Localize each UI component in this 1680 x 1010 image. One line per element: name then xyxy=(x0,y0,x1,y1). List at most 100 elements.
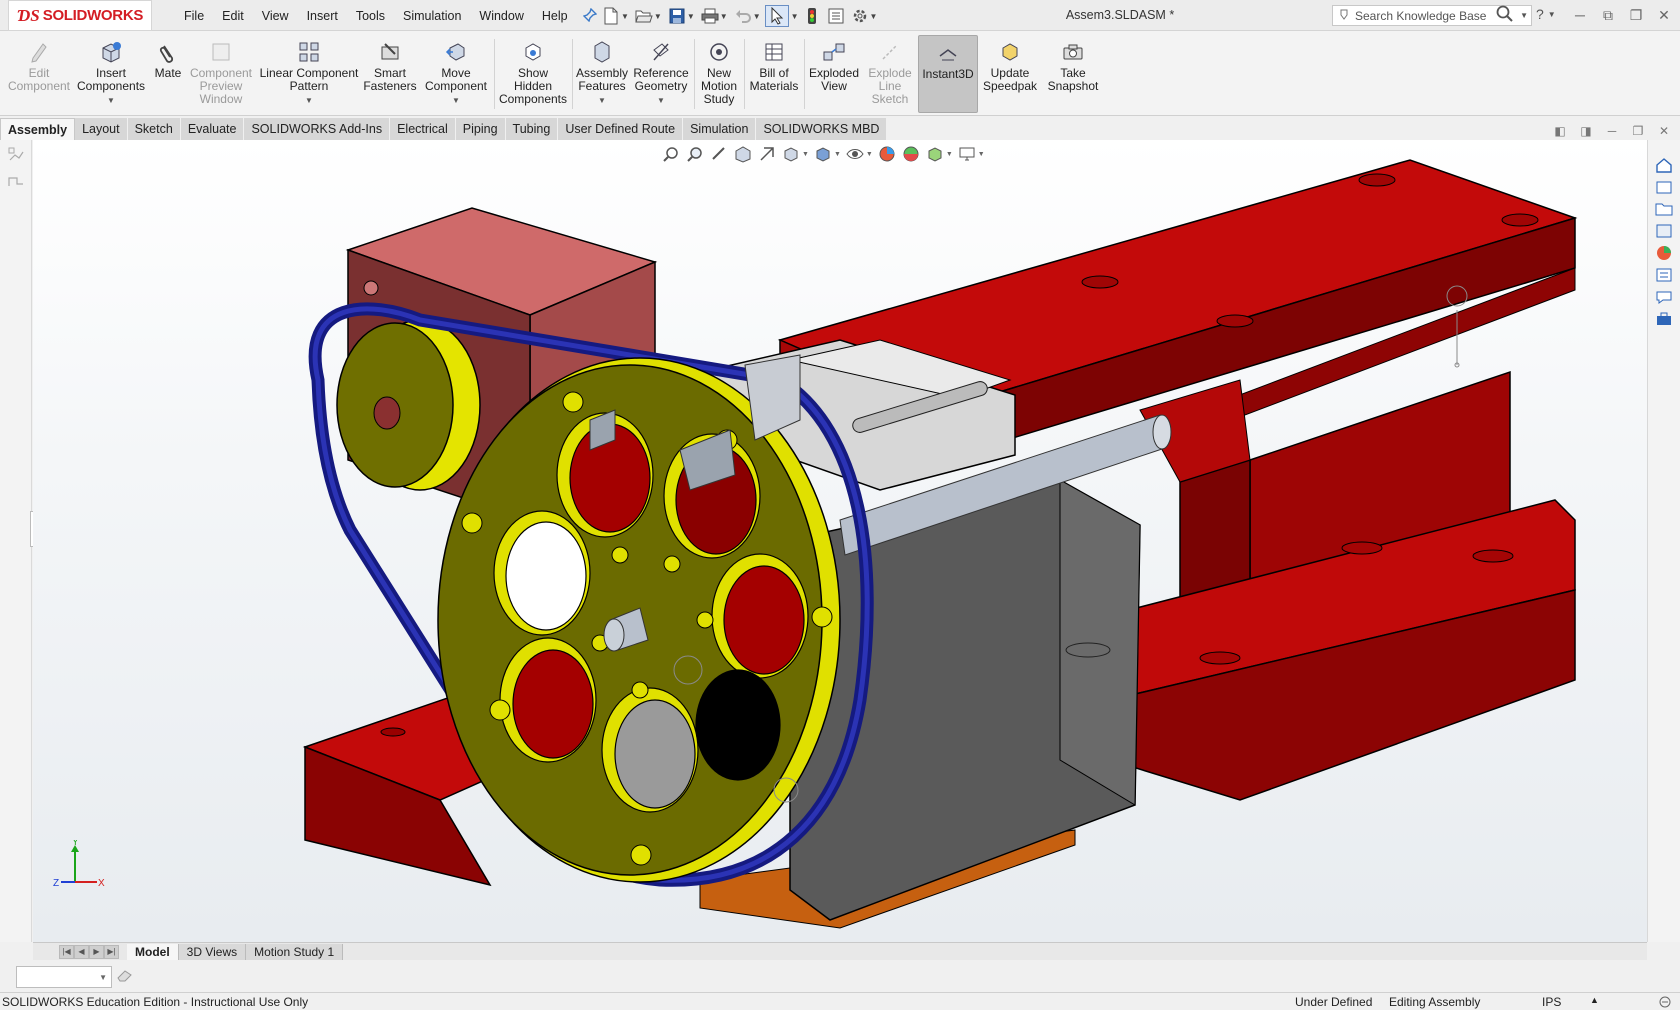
chevron-down-icon[interactable]: ▼ xyxy=(753,12,761,21)
chevron-down-icon[interactable]: ▼ xyxy=(978,151,985,158)
save-button[interactable]: ▼ xyxy=(666,5,697,27)
view-orientation-button[interactable]: ▼ xyxy=(781,144,809,164)
apply-scene-button[interactable] xyxy=(901,144,921,164)
graphics-area[interactable]: ▼ ▼ ▼ ▼ ▼ Y X Z xyxy=(33,140,1647,942)
chevron-down-icon[interactable]: ▼ xyxy=(870,12,878,21)
hide-show-items-button[interactable]: ▼ xyxy=(845,144,873,164)
feature-manager-icon[interactable] xyxy=(4,144,28,166)
chevron-down-icon[interactable]: ▼ xyxy=(866,151,873,158)
units-chevron-up-icon[interactable]: ▲ xyxy=(1590,995,1599,1005)
chevron-down-icon[interactable]: ▼ xyxy=(834,151,841,158)
chevron-down-icon[interactable]: ▼ xyxy=(107,94,115,107)
doc-close-icon[interactable]: ✕ xyxy=(1654,122,1674,140)
smart-fasteners-button[interactable]: Smart Fasteners xyxy=(362,35,418,113)
rebuild-button[interactable] xyxy=(801,5,823,27)
zoom-to-area-button[interactable] xyxy=(685,144,705,164)
doc-minimize-icon[interactable]: ─ xyxy=(1602,122,1622,140)
chevron-down-icon[interactable]: ▼ xyxy=(720,12,728,21)
last-tab-icon[interactable]: ▶| xyxy=(104,944,119,959)
rebuild-status-icon[interactable] xyxy=(1658,995,1672,1010)
tab-assembly[interactable]: Assembly xyxy=(0,118,76,140)
prev-tab-icon[interactable]: ◀ xyxy=(74,944,89,959)
new-document-button[interactable]: ▼ xyxy=(600,5,631,27)
exploded-view-button[interactable]: Exploded View xyxy=(806,35,862,113)
units-status[interactable]: IPS xyxy=(1542,995,1561,1009)
doc-restore-icon[interactable]: ❐ xyxy=(1628,122,1648,140)
reference-geometry-button[interactable]: Reference Geometry ▼ xyxy=(632,35,690,113)
component-preview-window-button[interactable]: Component Preview Window xyxy=(188,35,254,113)
zoom-to-fit-button[interactable] xyxy=(661,144,681,164)
search-chevron-down-icon[interactable]: ▼ xyxy=(1520,11,1528,20)
next-tab-icon[interactable]: ▶ xyxy=(89,944,104,959)
tab-electrical[interactable]: Electrical xyxy=(390,118,456,140)
help-icon[interactable]: ? xyxy=(1536,6,1544,22)
move-component-button[interactable]: Move Component ▼ xyxy=(422,35,490,113)
file-properties-button[interactable] xyxy=(825,5,847,27)
chevron-down-icon[interactable]: ▼ xyxy=(598,94,606,107)
menu-edit[interactable]: Edit xyxy=(213,9,253,23)
solidworks-logo[interactable]: ƊS SOLIDWORKS xyxy=(8,0,152,31)
previous-view-button[interactable] xyxy=(709,144,729,164)
tab-addins[interactable]: SOLIDWORKS Add-Ins xyxy=(244,118,391,140)
tile-icon[interactable]: ⧉ xyxy=(1596,3,1620,27)
mate-button[interactable]: Mate xyxy=(150,35,186,113)
linear-component-pattern-button[interactable]: Linear Component Pattern ▼ xyxy=(258,35,360,113)
tab-model[interactable]: Model xyxy=(127,943,179,960)
eraser-icon[interactable] xyxy=(116,968,136,986)
view-palette-icon[interactable] xyxy=(1652,220,1676,242)
tab-simulation[interactable]: Simulation xyxy=(683,118,757,140)
restore-icon[interactable]: ❐ xyxy=(1624,3,1648,27)
monitor-display-button[interactable]: ▼ xyxy=(957,144,985,164)
menu-file[interactable]: File xyxy=(175,9,213,23)
custom-properties-icon[interactable] xyxy=(1652,264,1676,286)
edit-appearance-button[interactable] xyxy=(877,144,897,164)
new-motion-study-button[interactable]: New Motion Study xyxy=(696,35,742,113)
menu-help[interactable]: Help xyxy=(533,9,577,23)
search-input[interactable]: Search Knowledge Base xyxy=(1355,9,1490,23)
tab-sketch[interactable]: Sketch xyxy=(127,118,181,140)
take-snapshot-button[interactable]: Take Snapshot xyxy=(1044,35,1102,113)
tab-tubing[interactable]: Tubing xyxy=(505,118,559,140)
edit-component-button[interactable]: Edit Component xyxy=(6,35,72,113)
select-button[interactable] xyxy=(764,5,789,27)
explode-line-sketch-button[interactable]: Explode Line Sketch xyxy=(864,35,916,113)
next-window-icon[interactable]: ◨ xyxy=(1576,122,1596,140)
open-button[interactable]: ▼ xyxy=(633,5,664,27)
show-hidden-components-button[interactable]: Show Hidden Components xyxy=(498,35,568,113)
tab-motion-study-1[interactable]: Motion Study 1 xyxy=(246,943,344,960)
tab-evaluate[interactable]: Evaluate xyxy=(180,118,245,140)
chevron-down-icon[interactable]: ▼ xyxy=(654,12,662,21)
undo-button[interactable]: ▼ xyxy=(732,5,763,27)
tab-layout[interactable]: Layout xyxy=(75,118,128,140)
chevron-down-icon[interactable]: ▼ xyxy=(946,151,953,158)
tab-user-defined-route[interactable]: User Defined Route xyxy=(558,118,684,140)
first-tab-icon[interactable]: |◀ xyxy=(59,944,74,959)
tab-piping[interactable]: Piping xyxy=(455,118,506,140)
home-icon[interactable] xyxy=(1652,154,1676,176)
dynamic-annotation-button[interactable] xyxy=(757,144,777,164)
chevron-down-icon[interactable]: ▼ xyxy=(305,94,313,107)
tab-mbd[interactable]: SOLIDWORKS MBD xyxy=(756,118,888,140)
search-knowledge-base[interactable]: Search Knowledge Base ▼ xyxy=(1332,5,1532,26)
chevron-down-icon[interactable]: ▼ xyxy=(687,12,695,21)
insert-components-button[interactable]: Insert Components ▼ xyxy=(77,35,145,113)
chevron-down-icon[interactable]: ▼ xyxy=(452,94,460,107)
design-library-icon[interactable] xyxy=(1652,176,1676,198)
menu-view[interactable]: View xyxy=(253,9,298,23)
menu-window[interactable]: Window xyxy=(470,9,532,23)
sketch-icon[interactable] xyxy=(4,170,28,192)
chevron-down-icon[interactable]: ▼ xyxy=(657,94,665,107)
assembly-features-button[interactable]: Assembly Features ▼ xyxy=(576,35,628,113)
close-icon[interactable]: ✕ xyxy=(1652,3,1676,27)
previous-window-icon[interactable]: ◧ xyxy=(1550,122,1570,140)
pin-menu-icon[interactable] xyxy=(582,7,599,24)
chevron-down-icon[interactable]: ▼ xyxy=(802,151,809,158)
menu-simulation[interactable]: Simulation xyxy=(394,9,470,23)
search-icon[interactable] xyxy=(1496,5,1514,26)
print-button[interactable]: ▼ xyxy=(699,5,730,27)
view-settings-button[interactable]: ▼ xyxy=(925,144,953,164)
instant3d-button[interactable]: Instant3D xyxy=(918,35,978,113)
configuration-dropdown[interactable]: ▼ xyxy=(16,966,112,988)
menu-tools[interactable]: Tools xyxy=(347,9,394,23)
file-explorer-icon[interactable] xyxy=(1652,198,1676,220)
